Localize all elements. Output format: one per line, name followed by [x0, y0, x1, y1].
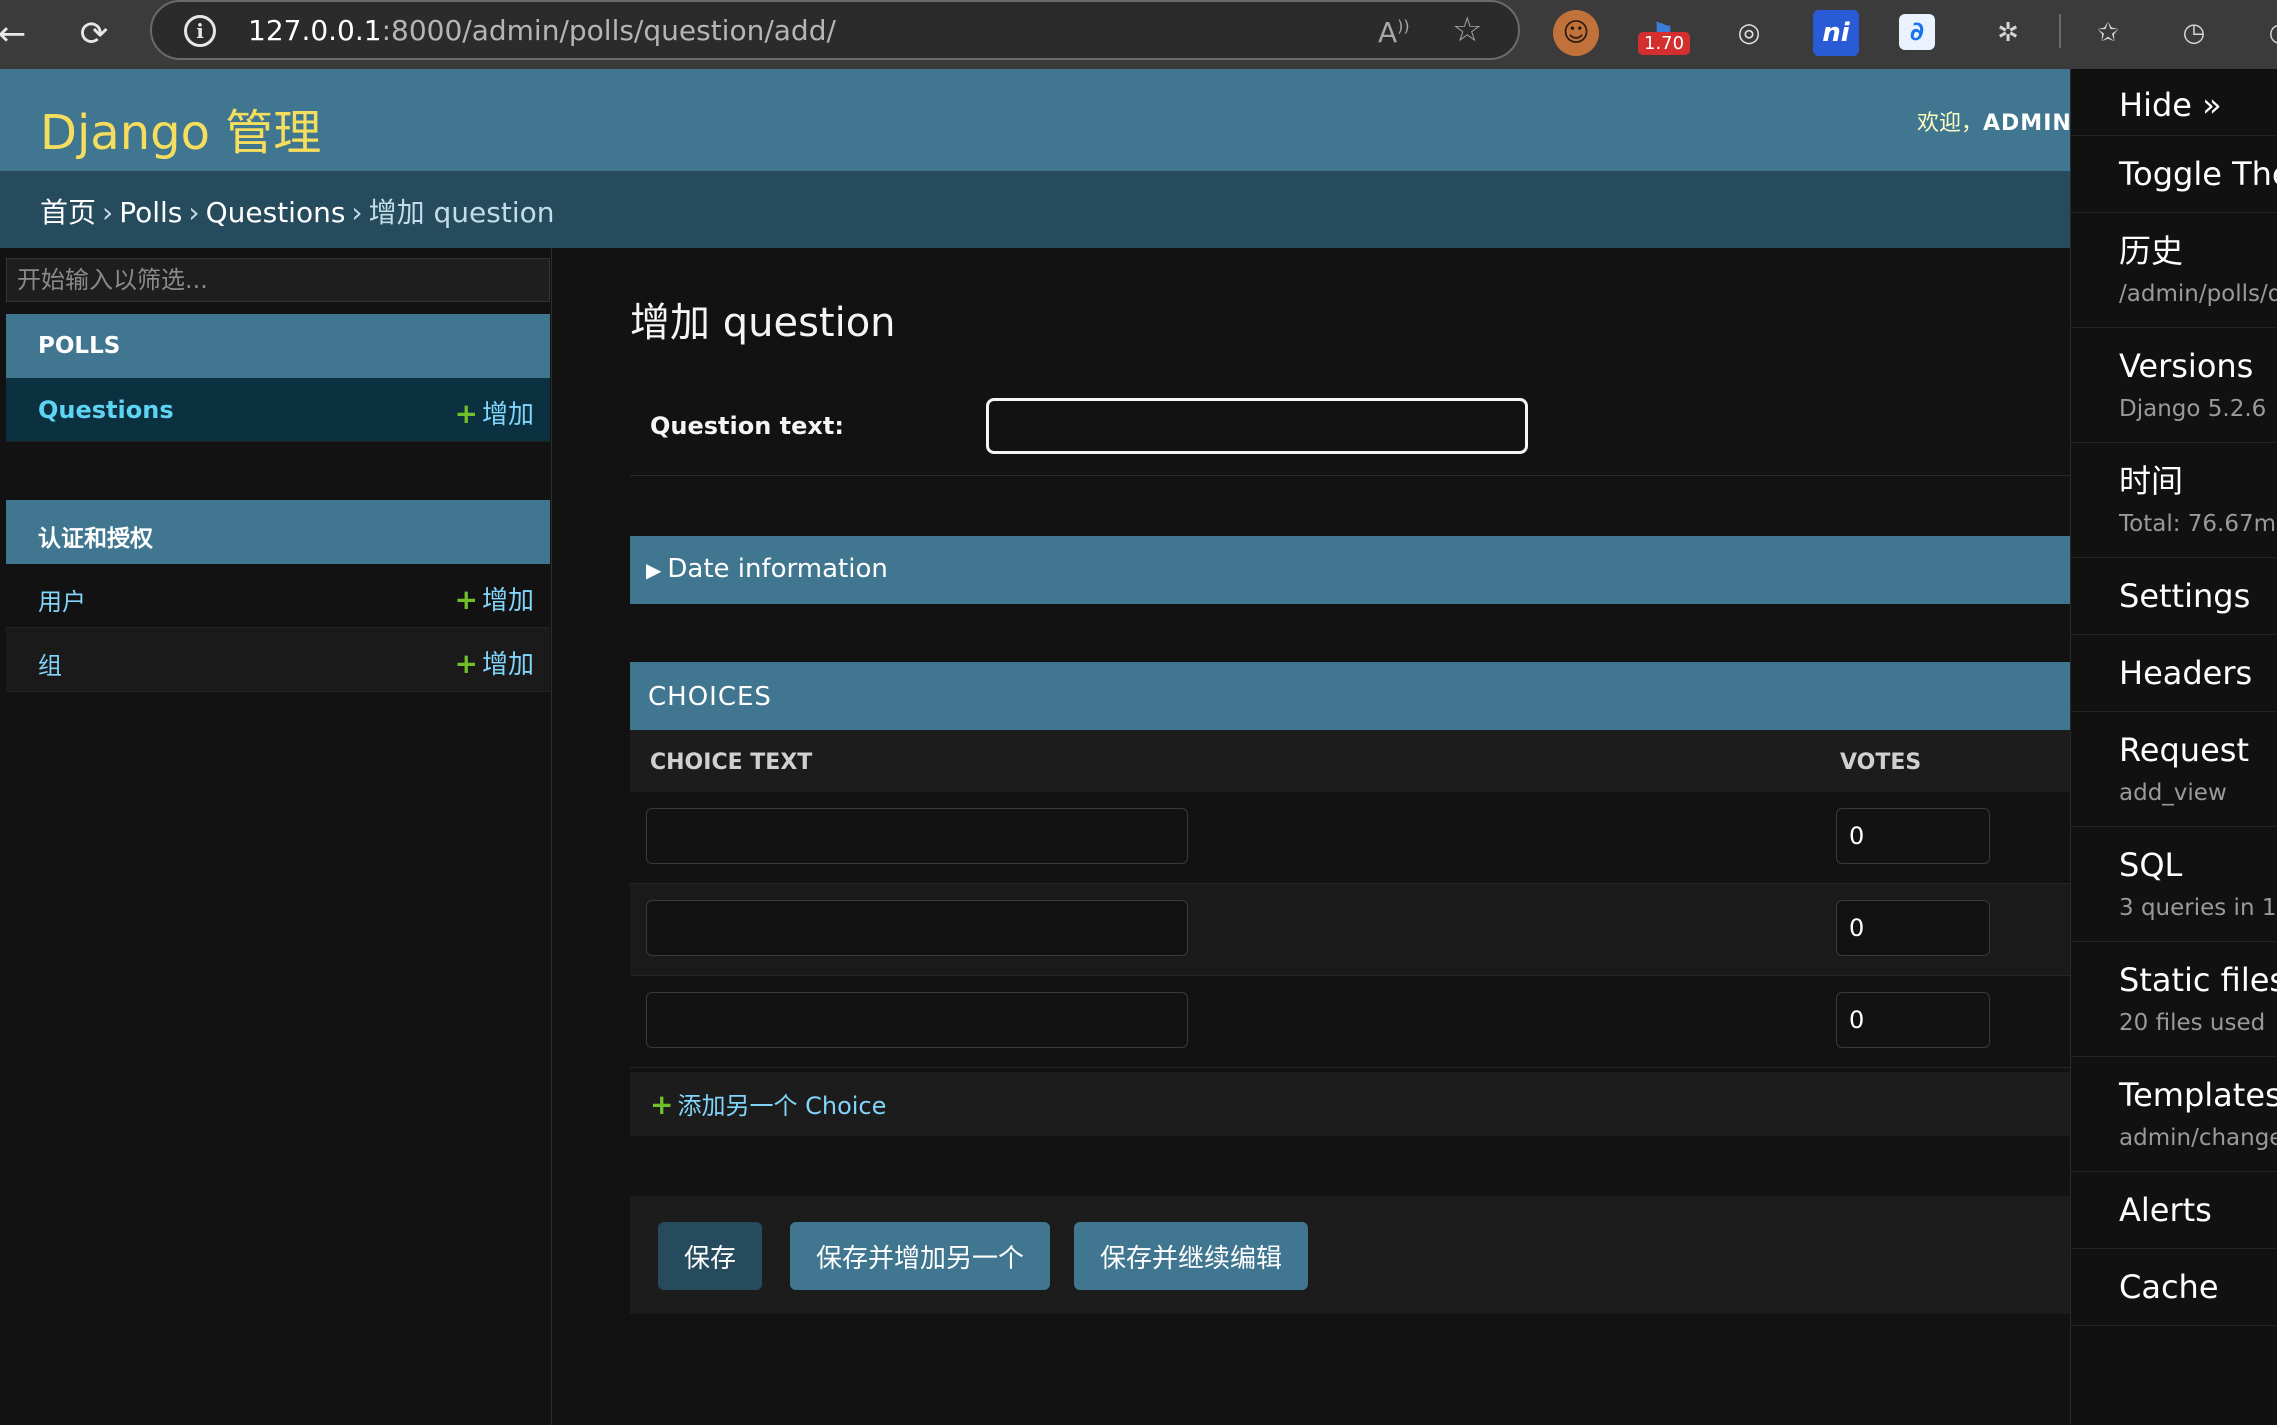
module-caption-polls[interactable]: POLLS [6, 314, 550, 378]
sidebar-item-label[interactable]: 用户 [38, 588, 86, 616]
nav-filter-input[interactable] [6, 258, 550, 302]
table-row [630, 884, 2070, 976]
module-caption-auth[interactable]: 认证和授权 [6, 500, 550, 564]
back-icon[interactable]: ← [0, 8, 38, 60]
sidebar-item-users[interactable]: 用户 + 增加 [6, 564, 550, 628]
ni-extension-icon[interactable]: ni [1813, 10, 1859, 56]
plus-icon: + [454, 397, 478, 430]
site-header: Django 管理 欢迎，ADMIN [0, 69, 2277, 171]
add-user-link[interactable]: + 增加 [455, 580, 534, 617]
user-tools: 欢迎，ADMIN [1917, 105, 2072, 137]
debug-panel-time[interactable]: 时间 Total: 76.67ms [2071, 443, 2277, 558]
page-title: 增加 question [630, 300, 896, 346]
add-group-link[interactable]: + 增加 [455, 644, 534, 681]
form-row-question-text: Question text: [630, 378, 2070, 476]
save-and-continue-button[interactable]: 保存并继续编辑 [1074, 1222, 1309, 1290]
sidebar-item-label[interactable]: 组 [38, 652, 62, 680]
debug-toolbar: Hide » Toggle Theme 历史/admin/polls/quest… [2070, 69, 2277, 1425]
extension-badge: 1.70 [1638, 32, 1691, 55]
debug-toggle-theme[interactable]: Toggle Theme [2071, 136, 2277, 213]
sidebar-item-groups[interactable]: 组 + 增加 [6, 628, 550, 692]
votes-input[interactable] [1836, 900, 1990, 956]
column-header-choice-text: CHOICE TEXT [650, 750, 813, 775]
debug-panel-sql[interactable]: SQL3 queries in 1.2 [2071, 827, 2277, 942]
question-text-input[interactable] [986, 398, 1528, 454]
address-bar[interactable]: i 127.0.0.1:8000/admin/polls/question/ad… [150, 0, 1520, 60]
debug-panel-cache[interactable]: Cache [2071, 1249, 2277, 1326]
save-button[interactable]: 保存 [658, 1222, 763, 1290]
date-information-toggle[interactable]: ▶ Date information [630, 536, 2070, 604]
favorite-star-icon[interactable]: ☆ [1452, 10, 1482, 50]
column-header-votes: VOTES [1840, 750, 1922, 775]
extensions-puzzle-icon[interactable]: ✲ [1985, 10, 2031, 56]
sidebar-item-label[interactable]: Questions [38, 396, 174, 424]
breadcrumb: 首页 › Polls › Questions › 增加 question [0, 171, 2277, 248]
link-extension-icon[interactable]: ∂ [1899, 14, 1935, 50]
plus-icon: + [454, 647, 478, 680]
history-icon[interactable]: ◷ [2171, 10, 2217, 56]
add-another-choice-label[interactable]: 添加另一个 Choice [677, 1092, 886, 1120]
tampermonkey-extension-icon[interactable]: ☺ [1553, 10, 1599, 56]
glasses-extension-icon[interactable]: ◎ [1726, 10, 1772, 56]
breadcrumb-home[interactable]: 首页 [40, 196, 96, 229]
date-information-label[interactable]: Date information [667, 554, 887, 584]
plus-icon: + [454, 583, 478, 616]
breadcrumb-app[interactable]: Polls [119, 196, 182, 229]
debug-panel-static-files[interactable]: Static files 20 files used [2071, 942, 2277, 1057]
read-aloud-icon[interactable]: A)) [1378, 16, 1410, 49]
debug-panel-templates[interactable]: Templatesadmin/change_form.html [2071, 1057, 2277, 1172]
debug-panel-alerts[interactable]: Alerts [2071, 1172, 2277, 1249]
debug-panel-settings[interactable]: Settings [2071, 558, 2277, 635]
debug-panel-history[interactable]: 历史/admin/polls/question/add/ [2071, 213, 2277, 328]
votes-input[interactable] [1836, 808, 1990, 864]
nav-sidebar: POLLS Questions +增加 认证和授权 用户 +增加 组 +增加 [0, 248, 552, 1425]
inline-table-header: CHOICE TEXT VOTES [630, 730, 2070, 792]
question-text-label: Question text: [650, 412, 844, 440]
add-question-link[interactable]: + 增加 [455, 394, 534, 431]
votes-input[interactable] [1836, 992, 1990, 1048]
choice-text-input[interactable] [646, 900, 1188, 956]
url-text[interactable]: 127.0.0.1:8000/admin/polls/question/add/ [248, 14, 836, 47]
choice-text-input[interactable] [646, 808, 1188, 864]
toolbar-separator [2059, 14, 2061, 48]
favorites-icon[interactable]: ✩ [2085, 10, 2131, 56]
sidebar-item-questions[interactable]: Questions + 增加 [6, 378, 550, 442]
save-and-add-another-button[interactable]: 保存并增加另一个 [790, 1222, 1051, 1290]
submit-row: 保存 保存并增加另一个 保存并继续编辑 [630, 1196, 2070, 1314]
caret-right-icon: ▶ [646, 558, 662, 582]
debug-panel-versions[interactable]: Versions Django 5.2.6 [2071, 328, 2277, 443]
choice-text-input[interactable] [646, 992, 1188, 1048]
add-another-choice-link[interactable]: + 添加另一个 Choice [630, 1072, 2070, 1136]
plus-icon: + [650, 1088, 674, 1121]
copilot-icon[interactable]: ◔ [2257, 10, 2277, 56]
inline-caption-choices: CHOICES [630, 662, 2070, 730]
site-branding[interactable]: Django 管理 [40, 93, 321, 163]
username: ADMIN [1983, 111, 2072, 136]
debug-hide[interactable]: Hide » [2071, 69, 2277, 136]
table-row [630, 792, 2070, 884]
browser-toolbar: ← ⟳ i 127.0.0.1:8000/admin/polls/questio… [0, 0, 2277, 69]
breadcrumb-model[interactable]: Questions [206, 196, 346, 229]
debug-panel-headers[interactable]: Headers [2071, 635, 2277, 712]
welcome-text: 欢迎， [1917, 111, 1984, 136]
reload-icon[interactable]: ⟳ [68, 8, 120, 60]
debug-panel-request[interactable]: Request add_view [2071, 712, 2277, 827]
table-row [630, 976, 2070, 1068]
breadcrumb-current: 增加 question [368, 196, 555, 229]
info-icon[interactable]: i [184, 15, 216, 47]
